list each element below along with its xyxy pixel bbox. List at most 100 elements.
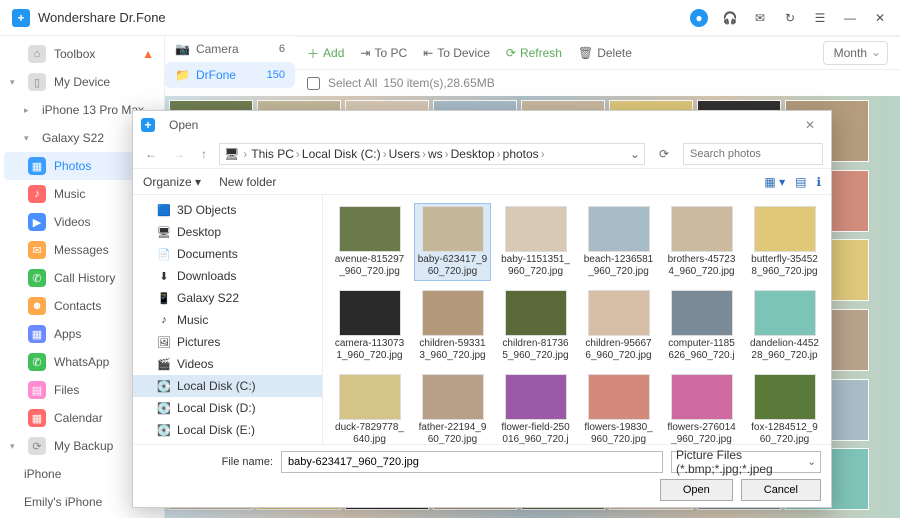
filename-label: File name: [143,456,273,468]
tree-item[interactable]: 📱Galaxy S22 [133,287,322,309]
view-mode-icon[interactable]: ▦ ▾ [764,175,785,189]
file-item[interactable]: computer-1185626_960_720.jpg [663,287,740,365]
crumb-segment[interactable]: Users [389,147,420,161]
crumb-drop-icon[interactable]: ⌄ [630,147,640,161]
source-drfone[interactable]: 📁DrFone150 [165,62,295,88]
crumb-segment[interactable]: Local Disk (C:) [302,147,381,161]
add-button[interactable]: ＋ Add [307,45,344,62]
file-thumbnail [422,374,484,420]
breadcrumb[interactable]: 🖥 › This PC›Local Disk (C:)›Users›ws›Des… [219,143,645,165]
plus-icon: ＋ [307,45,319,62]
newfolder-button[interactable]: New folder [219,175,276,189]
file-thumbnail [671,374,733,420]
file-name: children-593313_960_720.jpg [417,338,488,362]
tree-item[interactable]: 📄Documents [133,243,322,265]
file-name: brothers-457234_960_720.jpg [666,254,737,278]
folder-icon: 🖼 [157,335,171,349]
tree-item[interactable]: ⬇Downloads [133,265,322,287]
file-item[interactable]: children-593313_960_720.jpg [414,287,491,365]
file-item[interactable]: butterfly-354528_960_720.jpg [746,203,823,281]
tree-item[interactable]: 💽Local Disk (E:) [133,419,322,441]
sidebar-label: My Device [54,75,110,89]
source-camera[interactable]: 📷Camera6 [165,36,295,62]
sidebar-label: Messages [54,243,109,257]
todevice-icon: ⇤ [423,46,433,60]
file-item[interactable]: camera-1130731_960_720.jpg [331,287,408,365]
file-item[interactable]: duck-7829778_640.jpg [331,371,408,444]
sidebar-label: Contacts [54,299,101,313]
selectall-checkbox[interactable] [307,77,320,90]
todevice-button[interactable]: ⇤To Device [423,46,490,60]
file-name: duck-7829778_640.jpg [334,422,405,444]
nav-back-icon[interactable]: ← [141,145,161,163]
tree-item[interactable]: 🟦3D Objects [133,199,322,221]
file-item[interactable]: father-22194_960_720.jpg [414,371,491,444]
sidebar-label: Toolbox [54,47,95,61]
file-item[interactable]: children-956676_960_720.jpg [580,287,657,365]
tree-item[interactable]: 💽Local Disk (C:) [133,375,322,397]
nav-refresh-icon[interactable]: ⟳ [653,147,675,161]
sidebar-label: Emily's iPhone [24,495,102,509]
file-item[interactable]: baby-1151351_960_720.jpg [497,203,574,281]
search-input[interactable] [683,143,823,165]
organize-menu[interactable]: Organize ▾ [143,175,201,189]
tree-item[interactable]: ♪Music [133,309,322,331]
file-item[interactable]: beach-1236581_960_720.jpg [580,203,657,281]
file-name: flowers-19830_960_720.jpg [583,422,654,444]
sidebar-label: iPhone 13 Pro Max [42,103,144,117]
tree-label: Pictures [177,335,220,349]
sidebar-mydevice[interactable]: ▾▯My Device [0,68,164,96]
folder-icon: ♪ [157,313,171,327]
minimize-icon[interactable]: — [842,10,858,26]
file-item[interactable]: flowers-19830_960_720.jpg [580,371,657,444]
file-name: beach-1236581_960_720.jpg [583,254,654,278]
topc-button[interactable]: ⇥To PC [360,46,407,60]
crumb-segment[interactable]: This PC [251,147,294,161]
nav-forward-icon[interactable]: → [169,145,189,163]
tree-item[interactable]: 🖥Desktop [133,221,322,243]
nav-up-icon[interactable]: ↑ [197,145,211,163]
tree-label: Local Disk (C:) [177,379,256,393]
file-name: children-956676_960_720.jpg [583,338,654,362]
file-item[interactable]: dandelion-445228_960_720.jpg [746,287,823,365]
btn-label: Add [323,46,344,60]
dialog-close-icon[interactable]: ✕ [797,116,823,134]
tree-label: Local Disk (E:) [177,423,255,437]
file-item[interactable]: brothers-457234_960_720.jpg [663,203,740,281]
crumb-segment[interactable]: Desktop [451,147,495,161]
cancel-button[interactable]: Cancel [741,479,821,501]
account-icon[interactable]: ● [690,9,708,27]
filetype-filter[interactable]: Picture Files (*.bmp;*.jpg;*.jpeg [671,451,821,473]
file-item[interactable]: avenue-815297_960_720.jpg [331,203,408,281]
delete-button[interactable]: 🗑Delete [578,46,632,60]
file-thumbnail [588,206,650,252]
crumb-segment[interactable]: photos [503,147,539,161]
file-item[interactable]: children-817365_960_720.jpg [497,287,574,365]
chevron-right-icon: › [294,147,302,161]
crumb-segment[interactable]: ws [428,147,443,161]
btn-label: Delete [597,46,632,60]
dialog-logo: + [141,118,155,132]
file-item[interactable]: fox-1284512_960_720.jpg [746,371,823,444]
refresh-icon: ⟳ [506,46,516,60]
tree-item[interactable]: 💽Local Disk (D:) [133,397,322,419]
tree-item[interactable]: 🎬Videos [133,353,322,375]
file-thumbnail [671,290,733,336]
month-select[interactable]: Month [823,41,888,65]
file-item[interactable]: baby-623417_960_720.jpg [414,203,491,281]
file-item[interactable]: flowers-276014_960_720.jpg [663,371,740,444]
sidebar-toolbox[interactable]: ⌂Toolbox▲ [0,40,164,68]
refresh-button[interactable]: ⟳Refresh [506,46,562,60]
topc-icon: ⇥ [360,46,370,60]
close-icon[interactable]: ✕ [872,10,888,26]
menu-icon[interactable]: ☰ [812,10,828,26]
file-item[interactable]: flower-field-250016_960_720.jpg [497,371,574,444]
headset-icon[interactable]: 🎧 [722,10,738,26]
help-icon[interactable]: ℹ [816,175,821,189]
preview-pane-icon[interactable]: ▤ [795,175,806,189]
tree-item[interactable]: 🖼 Pictures [133,331,322,353]
mail-icon[interactable]: ✉ [752,10,768,26]
open-button[interactable]: Open [660,479,733,501]
filename-input[interactable] [281,451,663,473]
history-icon[interactable]: ↻ [782,10,798,26]
